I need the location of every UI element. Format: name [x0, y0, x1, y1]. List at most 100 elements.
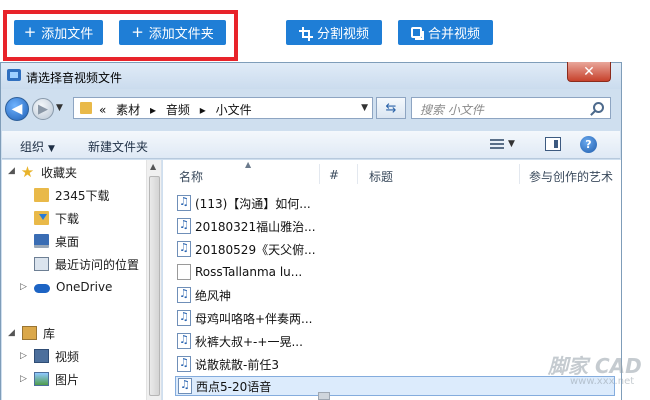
column-divider[interactable] [519, 164, 520, 184]
file-name: 秋裤大叔+-+一晃... [195, 334, 303, 349]
file-open-dialog: 请选择音视频文件 ✕ ◀ ▶ ▼ « 素材 ▸ 音频 ▸ 小文件 ▼ ⇆ 搜索 … [0, 62, 622, 400]
column-header-title[interactable]: 标题 [369, 168, 393, 185]
nav-item-desktop[interactable]: 桌面 [34, 232, 79, 250]
document-file-icon [177, 264, 191, 280]
breadcrumb: « 素材 ▸ 音频 ▸ 小文件 [99, 101, 258, 118]
view-dropdown-icon[interactable]: ▼ [508, 139, 515, 149]
column-header-number[interactable]: # [329, 168, 339, 182]
history-dropdown-icon[interactable]: ▼ [56, 103, 63, 113]
sort-ascending-icon: ▲ [245, 160, 252, 169]
watermark-url: www.xxx.net [570, 376, 635, 387]
nav-favorites[interactable]: ★ 收藏夹 [20, 163, 77, 181]
column-header-contributing-artist[interactable]: 参与创作的艺术 [529, 168, 613, 185]
audio-file-icon [178, 378, 192, 394]
command-bar: 组织 ▼ 新建文件夹 ▼ ? [2, 131, 620, 159]
audio-file-icon [177, 287, 191, 303]
merge-video-label: 合并视频 [427, 27, 480, 42]
list-item[interactable]: 20180529《天父俯... [177, 239, 327, 259]
audio-file-icon [177, 241, 191, 257]
column-divider[interactable] [319, 164, 320, 184]
scrollbar-thumb[interactable] [149, 176, 160, 396]
audio-file-icon [177, 195, 191, 211]
nav-item-label: 下载 [55, 211, 80, 226]
list-item[interactable]: 绝风神 [177, 285, 327, 305]
recent-places-icon [34, 257, 49, 271]
folder-icon [34, 188, 49, 202]
split-video-button[interactable]: 分割视频 [286, 20, 382, 45]
breadcrumb-item-yinpin[interactable]: 音频 [166, 103, 190, 117]
merge-icon [410, 27, 424, 40]
horizontal-scrollbar-thumb[interactable] [318, 392, 330, 400]
list-item[interactable]: 20180321福山雅治... [177, 216, 327, 236]
expand-arrow-icon[interactable]: ▷ [20, 374, 27, 384]
library-icon [22, 326, 37, 340]
nav-item-label: 图片 [55, 372, 80, 387]
refresh-button[interactable]: ⇆ [376, 97, 406, 119]
new-folder-button[interactable]: 新建文件夹 [88, 138, 148, 155]
picture-library-icon [34, 372, 49, 386]
breadcrumb-item-sucai[interactable]: 素材 [116, 103, 140, 117]
breadcrumb-overflow[interactable]: « [99, 103, 106, 117]
nav-item-videos[interactable]: 视频 [34, 347, 79, 365]
plus-icon: + [131, 23, 144, 41]
list-item[interactable]: (113)【沟通】如何... [177, 193, 327, 213]
back-button[interactable]: ◀ [5, 97, 29, 121]
column-divider[interactable] [357, 164, 358, 184]
nav-item-pictures[interactable]: 图片 [34, 370, 79, 388]
crop-icon [298, 26, 313, 41]
new-folder-label: 新建文件夹 [88, 140, 149, 154]
file-name: 20180529《天父俯... [195, 242, 316, 257]
address-bar[interactable]: « 素材 ▸ 音频 ▸ 小文件 ▼ [73, 97, 373, 119]
add-file-button[interactable]: + 添加文件 [14, 20, 103, 45]
forward-button[interactable]: ▶ [32, 98, 54, 120]
collapse-arrow-icon[interactable]: ◢ [8, 328, 15, 338]
expand-arrow-icon[interactable]: ▷ [20, 351, 27, 361]
organize-button[interactable]: 组织 ▼ [20, 138, 55, 155]
expand-arrow-icon[interactable]: ▷ [20, 282, 27, 292]
breadcrumb-separator[interactable]: ▸ [200, 103, 206, 117]
search-input[interactable]: 搜索 小文件 [420, 101, 484, 118]
search-icon[interactable] [593, 102, 604, 113]
nav-item-onedrive[interactable]: OneDrive [34, 278, 112, 296]
download-folder-icon [34, 211, 49, 225]
organize-label: 组织 [20, 140, 45, 154]
file-name: 西点5-20语音 [196, 379, 272, 394]
column-header-name[interactable]: 名称 [179, 168, 203, 185]
file-name: (113)【沟通】如何... [195, 196, 311, 211]
preview-pane-icon[interactable] [545, 137, 561, 151]
navigation-row: ◀ ▶ ▼ « 素材 ▸ 音频 ▸ 小文件 ▼ ⇆ 搜索 小文件 [1, 89, 621, 125]
nav-scrollbar[interactable]: ▲ [146, 160, 161, 400]
refresh-icon: ⇆ [385, 100, 397, 116]
file-name: 绝风神 [195, 288, 232, 303]
address-dropdown-icon[interactable]: ▼ [361, 103, 368, 113]
arrow-right-icon: ▶ [38, 101, 48, 117]
close-icon: ✕ [583, 63, 595, 80]
list-item[interactable]: 秋裤大叔+-+一晃... [177, 331, 327, 351]
list-item[interactable]: 说散就散-前任3 [177, 354, 327, 374]
nav-library[interactable]: 库 [22, 324, 55, 342]
help-icon[interactable]: ? [580, 136, 597, 153]
list-item[interactable]: 母鸡叫咯咯+伴奏两... [177, 308, 327, 328]
collapse-arrow-icon[interactable]: ◢ [8, 166, 15, 176]
file-name: 母鸡叫咯咯+伴奏两... [195, 311, 313, 326]
file-name: 20180321福山雅治... [195, 219, 316, 234]
list-item[interactable]: RossTallanma lu... [177, 262, 327, 282]
nav-item-downloads[interactable]: 下载 [34, 209, 79, 227]
add-folder-button[interactable]: + 添加文件夹 [119, 20, 226, 45]
merge-video-button[interactable]: 合并视频 [398, 20, 493, 45]
dialog-titlebar: 请选择音视频文件 ✕ [1, 62, 621, 89]
add-folder-label: 添加文件夹 [148, 27, 214, 42]
breadcrumb-item-xiaowenjian[interactable]: 小文件 [216, 103, 252, 117]
audio-file-icon [177, 310, 191, 326]
close-button[interactable]: ✕ [567, 62, 611, 82]
search-box[interactable]: 搜索 小文件 [411, 97, 611, 119]
nav-item-2345-downloads[interactable]: 2345下载 [34, 186, 110, 204]
navigation-pane: ◢ ★ 收藏夹 2345下载 下载 桌面 最近访问的位置 ▷ OneDrive … [2, 160, 162, 400]
add-file-label: 添加文件 [41, 27, 94, 42]
breadcrumb-separator[interactable]: ▸ [150, 103, 156, 117]
view-options-icon[interactable] [490, 139, 504, 151]
nav-item-recent[interactable]: 最近访问的位置 [34, 255, 139, 273]
scroll-up-icon[interactable]: ▲ [150, 162, 156, 171]
video-library-icon [34, 349, 49, 363]
nav-item-label: 2345下载 [55, 188, 110, 203]
